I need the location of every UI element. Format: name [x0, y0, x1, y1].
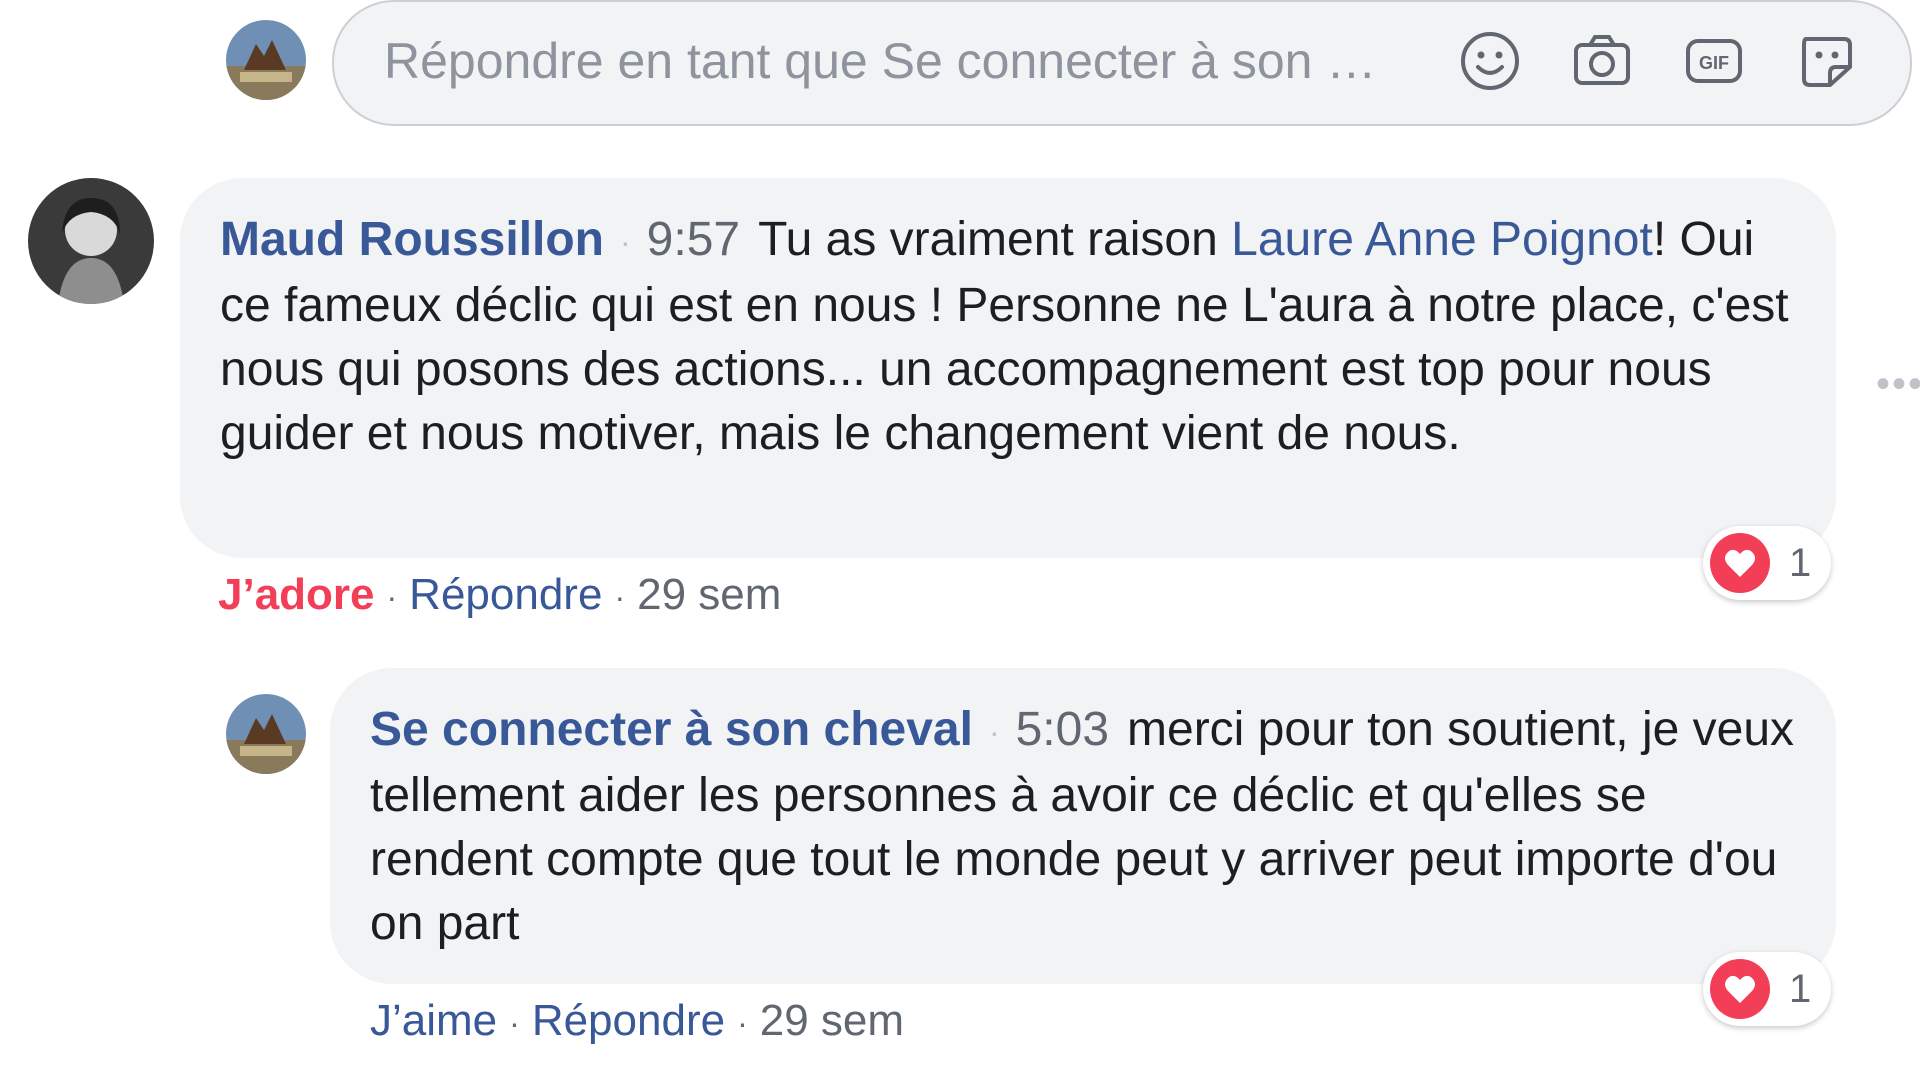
separator-dot: · — [988, 714, 1000, 751]
reply-bubble: Se connecter à son cheval · 5:03 merci pour… — [330, 668, 1836, 984]
separator-dot: · — [737, 1004, 748, 1041]
separator-dot: · — [620, 224, 631, 261]
reply-author-avatar[interactable] — [226, 694, 306, 774]
reply-time[interactable]: 5:03 — [1016, 703, 1109, 756]
comment-bubble: Maud Roussillon · 9:57 Tu as vraiment raiso… — [180, 178, 1836, 558]
gif-icon[interactable]: GIF — [1680, 27, 1748, 95]
separator-dot: · — [509, 1004, 520, 1041]
comment-age[interactable]: 29 sem — [637, 570, 781, 619]
reaction-count: 1 — [1789, 540, 1812, 585]
love-reaction-icon — [1710, 959, 1770, 1019]
reply-author[interactable]: Se connecter à son cheval — [370, 703, 973, 756]
love-reaction-icon — [1710, 533, 1770, 593]
like-button[interactable]: J’aime — [370, 996, 497, 1045]
mention-link[interactable]: Laure Anne Poignot — [1231, 213, 1653, 266]
comment-actions: J’adore · Répondre · 29 sem — [218, 570, 781, 620]
love-button[interactable]: J’adore — [218, 570, 375, 619]
page-avatar[interactable] — [226, 20, 306, 100]
commenter-avatar[interactable] — [28, 178, 154, 304]
reply-body: Se connecter à son cheval · 5:03 merci pour… — [370, 698, 1796, 956]
reply-composer[interactable]: Répondre en tant que Se connecter à son … — [332, 0, 1912, 126]
reply-reaction-summary[interactable]: 1 — [1703, 952, 1831, 1026]
comment-text: Tu as vraiment raison — [758, 213, 1232, 266]
reply-actions: J’aime · Répondre · 29 sem — [370, 996, 904, 1046]
comment-time[interactable]: 9:57 — [647, 213, 740, 266]
reply-button[interactable]: Répondre — [409, 570, 602, 619]
reaction-summary[interactable]: 1 — [1703, 526, 1831, 600]
emoji-icon[interactable] — [1456, 27, 1524, 95]
comment-author[interactable]: Maud Roussillon — [220, 213, 604, 266]
separator-dot: · — [614, 578, 626, 615]
camera-icon[interactable] — [1568, 27, 1636, 95]
sticker-icon[interactable] — [1792, 27, 1860, 95]
reply-button[interactable]: Répondre — [532, 996, 725, 1045]
reply-age[interactable]: 29 sem — [760, 996, 904, 1045]
reaction-count: 1 — [1789, 966, 1812, 1011]
svg-text:GIF: GIF — [1699, 53, 1729, 73]
reply-placeholder[interactable]: Répondre en tant que Se connecter à son … — [384, 32, 1376, 90]
separator-dot: · — [386, 578, 398, 615]
more-options-icon[interactable]: ••• — [1876, 362, 1920, 407]
comment-body: Maud Roussillon · 9:57 Tu as vraiment raiso… — [220, 208, 1796, 466]
